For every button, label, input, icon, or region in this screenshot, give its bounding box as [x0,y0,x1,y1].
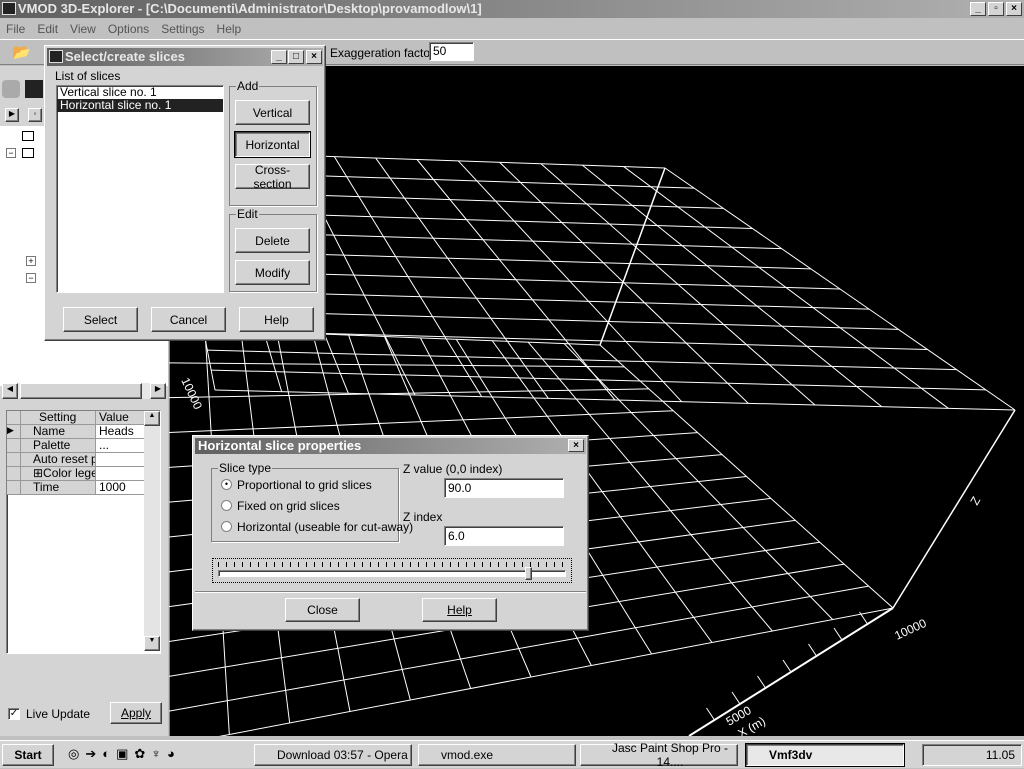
radio-label: Proportional to grid slices [237,478,372,492]
live-update-label: Live Update [26,707,91,721]
grid-row[interactable]: ⊞Color legend [7,467,160,481]
menu-view[interactable]: View [64,19,102,38]
quick-launch-icons[interactable]: ◎➔◐▣✿♆◕ [68,746,181,762]
taskbar-task[interactable]: vmod.exe [418,744,576,766]
dialog-title: Horizontal slice properties [198,438,362,453]
z-index-label: Z index [403,510,443,524]
slices-list[interactable]: Vertical slice no. 1 Horizontal slice no.… [56,85,224,293]
menu-file[interactable]: File [0,19,31,38]
render-icon[interactable] [25,80,43,98]
exaggeration-value: 50 [433,44,447,58]
folder-icon [22,131,34,141]
grid-row[interactable]: Time 1000 [7,481,160,495]
setting-cell: Time [21,481,96,494]
collapse-icon[interactable]: − [26,273,36,283]
task-label: Download 03:57 - Opera [277,748,408,762]
setting-cell: Palette [21,439,96,452]
radio-label: Horizontal (useable for cut-away) [237,520,414,534]
horizontal-scrollbar[interactable]: ◀ ▶ [2,383,166,399]
dialog-title-bar: Horizontal slice properties × [195,438,586,454]
open-folder-icon[interactable]: 📂 [12,43,31,61]
task-label: Jasc Paint Shop Pro - 14.... [611,741,729,769]
list-label: List of slices [55,69,121,83]
modify-button[interactable]: Modify [235,260,310,285]
maximize-button[interactable]: □ [288,50,304,64]
dialog-title-bar: Select/create slices _ □ × [47,48,323,66]
minimize-button[interactable]: _ [970,2,986,16]
setting-cell: Auto reset pa [21,453,96,466]
main-title-bar: VMOD 3D-Explorer - [C:\Documenti\Adminis… [0,0,1024,18]
select-button[interactable]: Select [63,307,138,332]
close-button[interactable]: × [306,50,322,64]
minimize-button[interactable]: _ [271,50,287,64]
setting-cell: ⊞Color legend [21,467,96,480]
slice-type-radio[interactable]: • [221,479,232,490]
expand-icon[interactable]: + [26,256,36,266]
task-label: vmod.exe [441,748,494,762]
collapse-icon[interactable]: − [6,148,16,158]
app-icon [2,2,16,15]
close-button[interactable]: × [568,439,584,452]
slice-list-item[interactable]: Horizontal slice no. 1 [57,99,223,112]
horizontal-slice-dialog: Horizontal slice properties × Slice type… [192,435,589,631]
slider-thumb[interactable] [524,567,532,580]
record-button[interactable]: ◦ [28,108,42,122]
start-button[interactable]: Start [2,744,54,766]
setting-cell: Name [21,425,96,438]
select-slices-dialog: Select/create slices _ □ × List of slice… [44,45,326,341]
task-label: Vmf3dv [769,748,813,762]
property-grid: Setting Value ▶ Name Heads Palette... Auto res… [6,410,161,654]
menu-bar: File Edit View Options Settings Help [0,19,1024,38]
exaggeration-label: Exaggeration factor [330,46,435,60]
system-tray: 11.05 [922,744,1022,766]
folder-icon [22,148,34,158]
menu-settings[interactable]: Settings [155,19,210,38]
restore-button[interactable]: ▫ [988,2,1004,16]
menu-options[interactable]: Options [102,19,155,38]
taskbar: Start ◎➔◐▣✿♆◕ Download 03:57 - Opera vmod… [0,740,1024,769]
z-slider[interactable] [212,558,572,583]
taskbar-task[interactable]: Vmf3dv [745,743,905,767]
grid-row[interactable]: ▶ Name Heads [7,425,160,439]
z-value-input[interactable]: 90.0 [444,478,564,498]
delete-button[interactable]: Delete [235,228,310,253]
grid-row[interactable]: Auto reset pa [7,453,160,467]
horizontal-button[interactable]: Horizontal [234,131,311,158]
window-title: VMOD 3D-Explorer - [C:\Documenti\Adminis… [18,1,482,16]
menu-edit[interactable]: Edit [31,19,64,38]
shape-icon[interactable] [2,80,20,98]
vertical-button[interactable]: Vertical [235,100,310,125]
taskbar-task[interactable]: Download 03:57 - Opera [254,744,412,766]
apply-button[interactable]: Apply [110,702,162,724]
cancel-button[interactable]: Cancel [151,307,226,332]
clock: 11.05 [985,748,1015,762]
taskbar-task[interactable]: Jasc Paint Shop Pro - 14.... [580,741,738,769]
close-button[interactable]: × [1006,2,1022,16]
vertical-scrollbar[interactable]: ▲ ▼ [144,411,160,651]
grid-header: Setting Value [7,411,160,425]
exaggeration-input[interactable]: 50 [429,42,474,61]
dialog-title: Select/create slices [65,49,185,64]
help-button[interactable]: Help [239,307,314,332]
live-update-checkbox[interactable]: ✓ [8,708,20,720]
help-button[interactable]: Help [422,598,497,622]
menu-help[interactable]: Help [211,19,248,38]
slice-type-radio[interactable] [221,500,232,511]
app-icon [49,50,63,63]
play-button[interactable]: ▶ [5,108,19,122]
slice-type-radio[interactable] [221,521,232,532]
setting-cell: Setting [21,411,96,424]
z-value-label: Z value (0,0 index) [403,462,503,476]
grid-row[interactable]: Palette... [7,439,160,453]
close-dialog-button[interactable]: Close [285,598,360,622]
z-index-input[interactable]: 6.0 [444,526,564,546]
radio-label: Fixed on grid slices [237,499,340,513]
cross-section-button[interactable]: Cross-section [235,163,310,191]
